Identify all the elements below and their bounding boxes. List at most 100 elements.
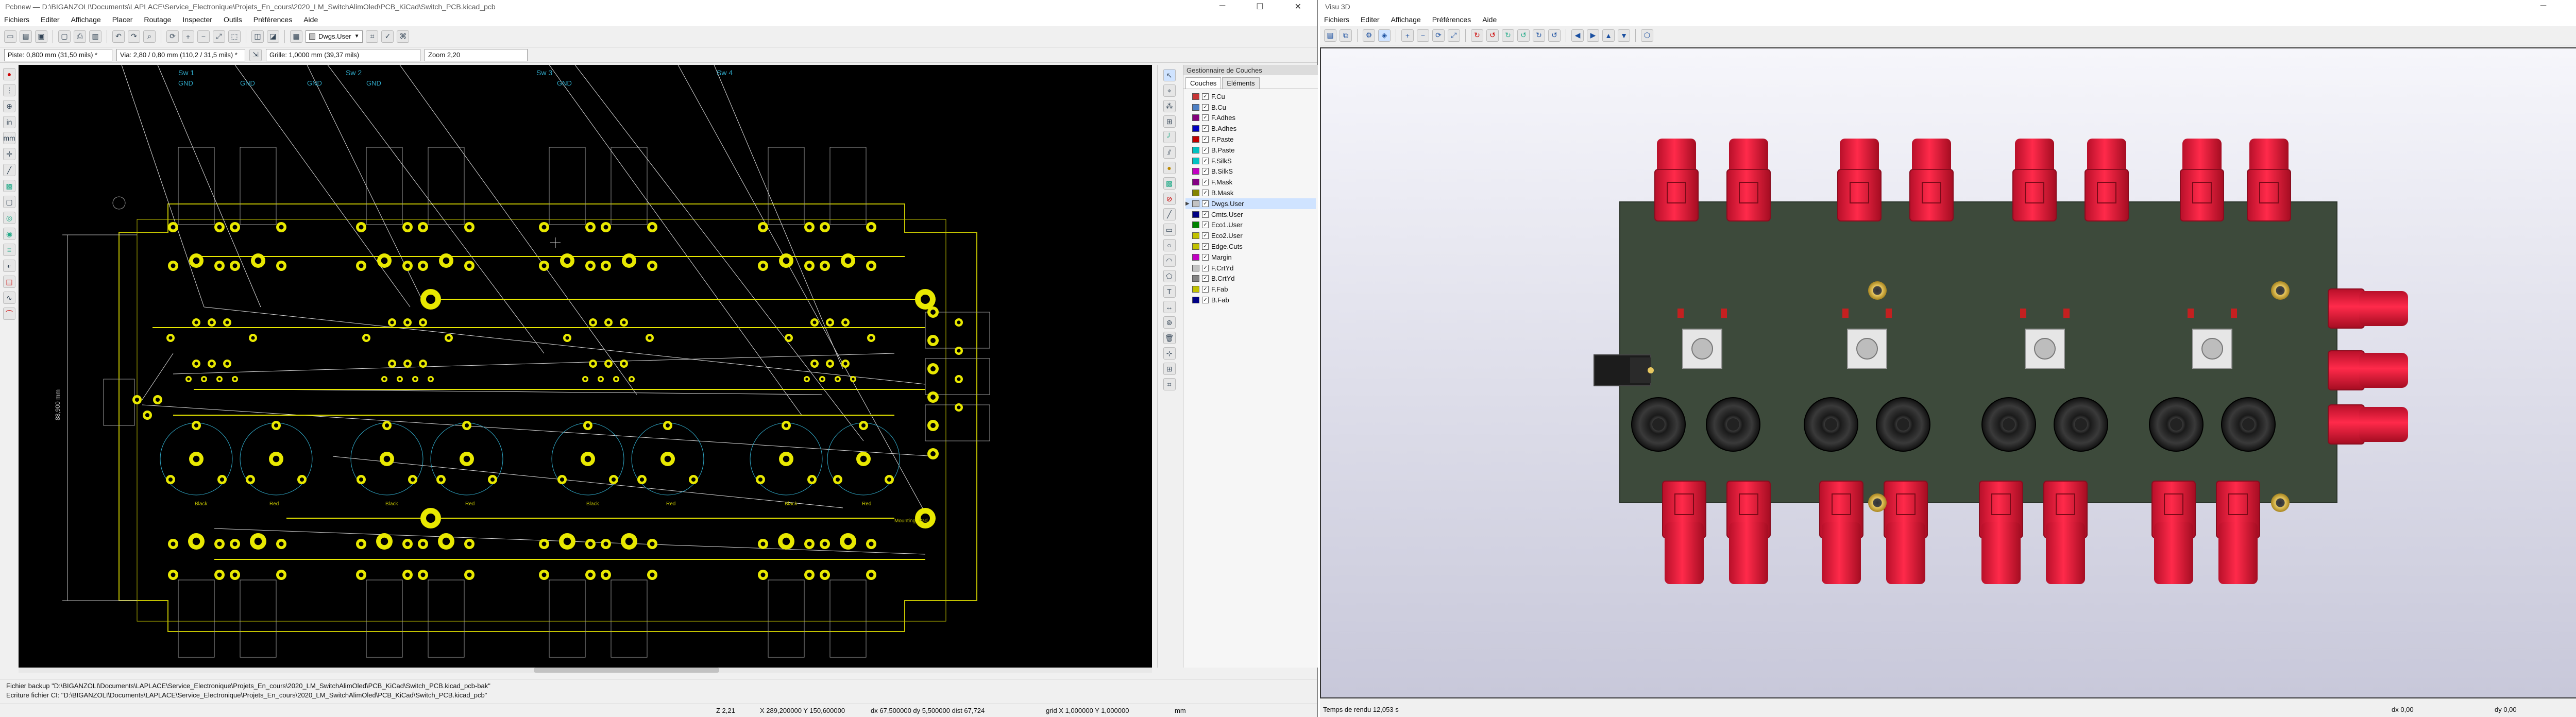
layer-visibility-checkbox[interactable]: ✓ — [1202, 125, 1209, 132]
layer-row[interactable]: ✓ F.Adhes — [1185, 113, 1316, 124]
grid-origin-icon[interactable]: ⊞ — [1163, 363, 1176, 375]
cursor-shape-icon[interactable]: ✛ — [3, 148, 15, 160]
save-icon[interactable]: ▣ — [35, 30, 47, 43]
add-polygon-icon[interactable]: ⬠ — [1163, 270, 1176, 282]
layer-color-swatch[interactable] — [1192, 157, 1199, 164]
add-rectangle-icon[interactable]: ▭ — [1163, 224, 1176, 236]
rotate-x-cw-icon[interactable]: ↻ — [1471, 29, 1483, 42]
layer-row[interactable]: ✓ F.Fab — [1185, 284, 1316, 295]
layers-manager-icon[interactable]: ▤ — [3, 276, 15, 288]
pcb-drawing[interactable]: 88,900 mm Sw 1 Sw 2 Sw 3 Sw 4 GND GND GN… — [19, 64, 1152, 668]
layer-row[interactable]: ✓ Eco1.User — [1185, 220, 1316, 231]
layer-row[interactable]: ✓ B.SilkS — [1185, 166, 1316, 177]
layer-visibility-checkbox[interactable]: ✓ — [1202, 297, 1209, 304]
layer-color-swatch[interactable] — [1192, 200, 1199, 207]
layer-row[interactable]: ✓ F.Cu — [1185, 91, 1316, 102]
menu-fichiers[interactable]: Fichiers — [1324, 15, 1349, 24]
layer-row[interactable]: ✓ B.CrtYd — [1185, 274, 1316, 284]
reload-board-icon[interactable]: ▤ — [1324, 29, 1336, 42]
maximize-icon[interactable]: ☐ — [1256, 2, 1263, 12]
zoom-out-icon[interactable]: − — [197, 30, 210, 43]
refresh-icon[interactable]: ⟳ — [166, 30, 179, 43]
layer-color-swatch[interactable] — [1192, 190, 1199, 197]
layer-visibility-checkbox[interactable]: ✓ — [1202, 136, 1209, 143]
zone-outline-icon[interactable]: ▢ — [3, 196, 15, 208]
add-dimension-icon[interactable]: ↔ — [1163, 301, 1176, 313]
layer-color-swatch[interactable] — [1192, 264, 1199, 271]
layer-row[interactable]: ▶ ✓ Dwgs.User — [1185, 198, 1316, 209]
tab-elements[interactable]: Eléments — [1222, 77, 1260, 89]
layer-row[interactable]: ✓ B.Fab — [1185, 295, 1316, 305]
layer-row[interactable]: ✓ F.SilkS — [1185, 156, 1316, 166]
layer-row[interactable]: ✓ Eco2.User — [1185, 230, 1316, 241]
add-circle-icon[interactable]: ○ — [1163, 239, 1176, 251]
set-origin-icon[interactable]: ⊹ — [1163, 347, 1176, 360]
layer-color-swatch[interactable] — [1192, 179, 1199, 186]
vias-sketch-icon[interactable]: ◉ — [3, 228, 15, 240]
layer-row[interactable]: ✓ Cmts.User — [1185, 209, 1316, 220]
scrollbar-thumb[interactable] — [534, 668, 719, 673]
layer-color-swatch[interactable] — [1192, 104, 1199, 111]
measure-icon[interactable]: ⌗ — [1163, 378, 1176, 390]
move-left-icon[interactable]: ◀ — [1571, 29, 1584, 42]
print-icon[interactable]: ⎙ — [74, 30, 86, 43]
layer-pair-icon[interactable]: ▦ — [290, 30, 302, 43]
tab-couches[interactable]: Couches — [1185, 77, 1222, 89]
raytracing-icon[interactable]: ◈ — [1378, 29, 1391, 42]
layer-visibility-checkbox[interactable]: ✓ — [1202, 221, 1209, 229]
layer-visibility-checkbox[interactable]: ✓ — [1202, 243, 1209, 250]
rotate-y-ccw-icon[interactable]: ↺ — [1517, 29, 1530, 42]
menu-aide[interactable]: Aide — [1482, 15, 1497, 24]
zoom-selection-icon[interactable]: ⬚ — [228, 30, 241, 43]
delete-tool-icon[interactable]: 🗑 — [1163, 332, 1176, 344]
move-up-icon[interactable]: ▲ — [1602, 29, 1615, 42]
layer-row[interactable]: ✓ F.Paste — [1185, 134, 1316, 145]
add-zone-icon[interactable]: ▩ — [1163, 177, 1176, 190]
rotate-z-cw-icon[interactable]: ↻ — [1533, 29, 1545, 42]
layer-row[interactable]: ✓ F.CrtYd — [1185, 263, 1316, 274]
layer-color-swatch[interactable] — [1192, 146, 1199, 153]
menu-placer[interactable]: Placer — [112, 15, 133, 24]
pads-sketch-icon[interactable]: ◎ — [3, 212, 15, 224]
add-footprint-icon[interactable]: ⊞ — [1163, 115, 1176, 128]
horizontal-scrollbar[interactable] — [19, 668, 1152, 673]
copy-image-icon[interactable]: ⧉ — [1340, 29, 1352, 42]
polar-coords-icon[interactable]: ⊕ — [3, 100, 15, 112]
units-inch-icon[interactable]: in — [3, 116, 15, 128]
rotate-y-cw-icon[interactable]: ↻ — [1502, 29, 1514, 42]
auto-track-width-icon[interactable]: ⇲ — [249, 48, 262, 61]
viewer3d-canvas[interactable] — [1320, 47, 2576, 698]
high-contrast-icon[interactable]: ◐ — [3, 260, 15, 272]
tracks-sketch-icon[interactable]: ≡ — [3, 244, 15, 256]
layer-row[interactable]: ✓ Margin — [1185, 252, 1316, 263]
layer-visibility-checkbox[interactable]: ✓ — [1202, 275, 1209, 282]
layer-select[interactable]: Dwgs.User ▼ — [306, 30, 363, 43]
layer-color-swatch[interactable] — [1192, 221, 1199, 229]
layer-visibility-checkbox[interactable]: ✓ — [1202, 232, 1209, 240]
minimize-icon[interactable]: ─ — [2540, 2, 2546, 12]
layer-color-swatch[interactable] — [1192, 297, 1199, 304]
page-settings-icon[interactable]: ▢ — [58, 30, 71, 43]
layer-visibility-checkbox[interactable]: ✓ — [1202, 114, 1209, 122]
undo-icon[interactable]: ↶ — [112, 30, 125, 43]
layer-visibility-checkbox[interactable]: ✓ — [1202, 93, 1209, 100]
grid-toggle-icon[interactable]: ⋮ — [3, 84, 15, 96]
zoom-out-icon[interactable]: − — [1417, 29, 1429, 42]
fill-zones-icon[interactable]: ▩ — [3, 180, 15, 192]
minimize-icon[interactable]: ─ — [1219, 2, 1225, 12]
layer-color-swatch[interactable] — [1192, 136, 1199, 143]
menu-affichage[interactable]: Affichage — [71, 15, 101, 24]
refresh-icon[interactable]: ⟳ — [1432, 29, 1445, 42]
zoom-fit-icon[interactable]: ⤢ — [1448, 29, 1460, 42]
layer-color-swatch[interactable] — [1192, 275, 1199, 282]
layer-visibility-checkbox[interactable]: ✓ — [1202, 253, 1209, 261]
close-icon[interactable]: ✕ — [1295, 2, 1301, 12]
layer-row[interactable]: ✓ B.Cu — [1185, 102, 1316, 113]
menu-preferences[interactable]: Préférences — [1432, 15, 1471, 24]
layer-color-swatch[interactable] — [1192, 253, 1199, 261]
menu-preferences[interactable]: Préférences — [253, 15, 292, 24]
menu-routage[interactable]: Routage — [144, 15, 171, 24]
layer-color-swatch[interactable] — [1192, 93, 1199, 100]
rotate-z-ccw-icon[interactable]: ↺ — [1548, 29, 1561, 42]
select-tool-icon[interactable]: ↖ — [1163, 69, 1176, 81]
